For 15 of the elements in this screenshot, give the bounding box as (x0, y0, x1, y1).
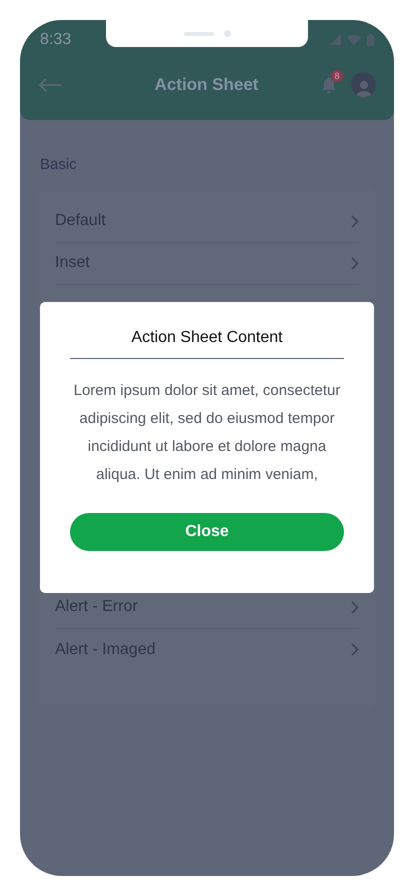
action-sheet-body: Lorem ipsum dolor sit amet, consectetur adipiscing elit, sed do eiusmod tempor incididunt ut labore et dolore magna aliqua. Ut enim ad minim veniam, (72, 381, 342, 485)
back-arrow-icon[interactable] (38, 78, 62, 92)
close-button[interactable]: Close (70, 513, 344, 551)
battery-icon (367, 34, 374, 46)
status-time: 8:33 (40, 30, 72, 50)
notification-badge: 8 (331, 70, 343, 82)
header-title: Action Sheet (154, 74, 258, 96)
wifi-icon (347, 34, 361, 44)
chevron-right-icon (351, 214, 359, 228)
chevron-right-icon (351, 600, 359, 614)
signal-icon (330, 34, 341, 45)
action-sheet-title: Action Sheet Content (70, 326, 344, 359)
chevron-right-icon (351, 256, 359, 270)
avatar[interactable] (351, 72, 376, 97)
chevron-right-icon (351, 643, 359, 656)
